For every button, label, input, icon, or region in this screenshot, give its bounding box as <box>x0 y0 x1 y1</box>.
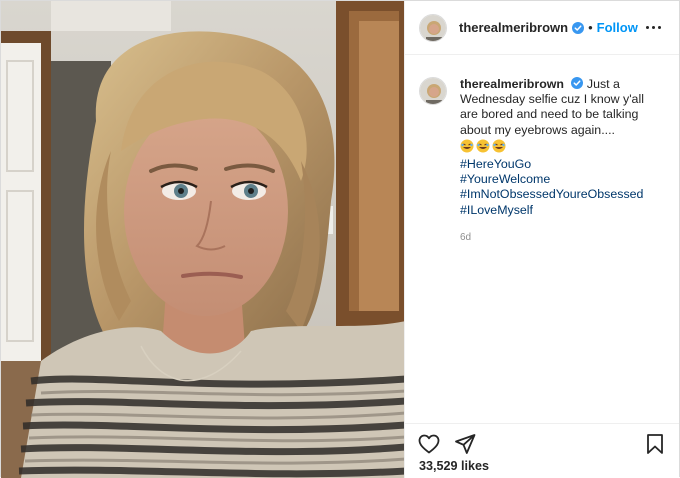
caption-username[interactable]: therealmeribrown <box>460 77 564 91</box>
rofl-emoji-icon <box>476 139 490 153</box>
header-username[interactable]: therealmeribrown <box>459 20 568 35</box>
hashtag-link[interactable]: #YoureWelcome <box>460 172 665 187</box>
bookmark-icon[interactable] <box>643 432 667 456</box>
caption-body: therealmeribrown Just a Wednesday selfie… <box>460 77 665 245</box>
emoji-row <box>460 139 506 153</box>
verified-badge-icon <box>572 21 585 34</box>
post-header: therealmeribrown • Follow <box>405 1 679 55</box>
post-timestamp[interactable]: 6d <box>460 230 665 245</box>
hashtag-link[interactable]: #HereYouGo <box>460 157 665 172</box>
likes-count[interactable]: 33,529 likes <box>419 459 489 473</box>
rofl-emoji-icon <box>492 139 506 153</box>
caption: therealmeribrown Just a Wednesday selfie… <box>405 55 679 245</box>
caption-avatar[interactable] <box>419 77 447 105</box>
post-side-panel: therealmeribrown • Follow therealmeribro… <box>404 1 679 478</box>
action-bar <box>405 423 679 463</box>
avatar[interactable] <box>419 13 447 42</box>
more-options-icon[interactable] <box>642 22 665 33</box>
follow-button[interactable]: Follow <box>597 20 638 35</box>
caption-text-block: therealmeribrown Just a Wednesday selfie… <box>460 77 665 138</box>
post-photo[interactable] <box>1 1 404 478</box>
selfie-image <box>1 1 404 478</box>
hashtag-link[interactable]: #ILoveMyself <box>460 203 665 218</box>
rofl-emoji-icon <box>460 139 474 153</box>
verified-badge-icon <box>571 77 584 89</box>
paper-plane-icon[interactable] <box>453 432 477 456</box>
hashtag-link[interactable]: #ImNotObsessedYoureObsessed <box>460 187 665 202</box>
instagram-post: therealmeribrown • Follow therealmeribro… <box>0 0 680 478</box>
heart-icon[interactable] <box>417 432 441 456</box>
separator-dot: • <box>588 20 593 35</box>
